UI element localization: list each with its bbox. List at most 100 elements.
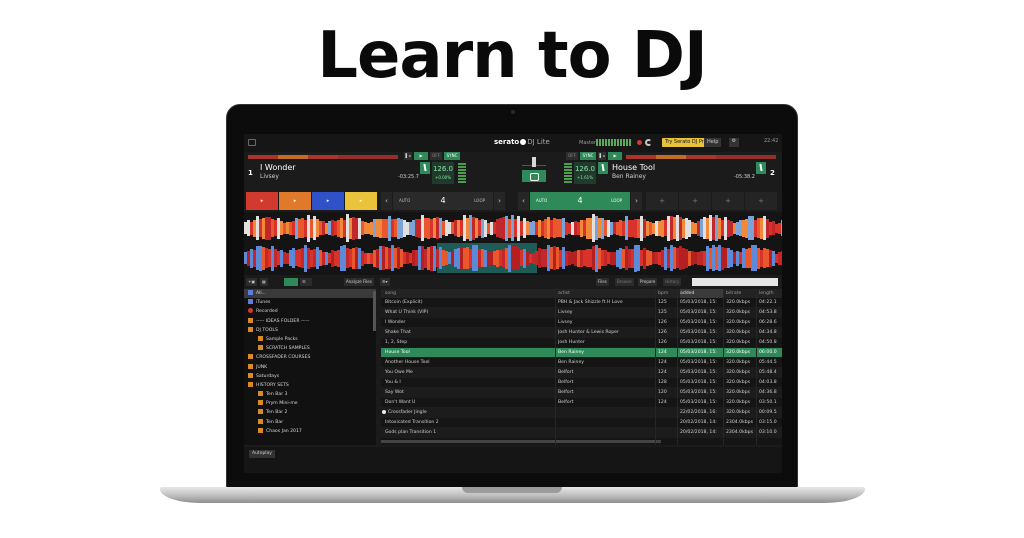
try-serato-pro-button[interactable]: Try Serato DJ Pro [662, 138, 710, 147]
crate-item[interactable]: Ten Bar 3 [244, 390, 376, 399]
cue-icon-left[interactable]: ▌◂ [404, 152, 412, 160]
table-row[interactable]: What U Think (VIP) Livsey 125 05/03/2018, 1… [381, 308, 782, 318]
smart-crate-icon[interactable]: ▦ [260, 278, 268, 286]
crate-item[interactable]: ----- IDEAS FOLDER ----- [244, 317, 376, 326]
table-row[interactable]: Say Wot Belfort 120 05/03/2018, 15: 320.0kbp… [381, 388, 782, 398]
table-row[interactable]: Another House Tool Ben Rainey 124 05/03/201… [381, 358, 782, 368]
crate-scrollbar[interactable] [373, 291, 376, 331]
crate-item[interactable]: All... [244, 289, 376, 299]
crate-item[interactable]: CROSSFADER COURSES [244, 353, 376, 362]
crate-icon [258, 409, 263, 415]
overview-waveform-left[interactable] [248, 155, 398, 159]
loop-prev-left[interactable]: ‹ [381, 192, 392, 210]
crate-item[interactable]: HISTORY SETS [244, 381, 376, 390]
loop-next-left[interactable]: › [494, 192, 505, 210]
hot-cue-empty-1[interactable]: + [646, 192, 678, 210]
settings-gear-icon[interactable]: ⚙ [729, 138, 739, 147]
serato-screen: serato DJ Lite Master Try Serato DJ Pro H… [244, 134, 782, 473]
crate-item[interactable]: Prym Mini-me [244, 399, 376, 408]
quantize-off-left[interactable]: OFF [430, 152, 442, 160]
crate-item[interactable]: JUNK [244, 363, 376, 372]
hot-cue-1[interactable]: ▸ [246, 192, 278, 210]
crate-item[interactable]: Saturdays [244, 372, 376, 381]
table-row[interactable]: 1, 2, Step Josh Hunter 126 05/03/2018, 15: 3… [381, 338, 782, 348]
crate-item[interactable]: Ten Bar 2 [244, 408, 376, 417]
table-row[interactable]: You & I Belfort 128 05/03/2018, 15: 320.0kbp… [381, 378, 782, 388]
crate-item[interactable]: iTunes [244, 298, 376, 307]
hot-cue-empty-2[interactable]: + [679, 192, 711, 210]
hot-cue-2[interactable]: ▸ [279, 192, 311, 210]
crate-item[interactable]: Sample Packs [244, 335, 376, 344]
analyze-files-button[interactable]: Analyze Files [344, 278, 374, 286]
library-settings-icon[interactable]: ⚙▾ [380, 278, 390, 286]
loop-next-right[interactable]: › [631, 192, 642, 210]
library-toolbar: +▣ ▦ ☰ Analyze Files ⚙▾ Files Browse Pre… [244, 277, 782, 287]
cell-bitrate: 320.0kbps [726, 360, 751, 365]
view-toggle-button[interactable] [522, 170, 546, 182]
album-art-toggle[interactable] [284, 278, 298, 286]
cell-song: Intoxicated Transition 2 [385, 420, 439, 425]
table-row[interactable]: Shake That Josh Hunter & Lewis Roper 126 05… [381, 328, 782, 338]
play-icon-left[interactable]: ▶ [414, 152, 428, 160]
search-input[interactable] [692, 278, 778, 286]
table-scrollbar[interactable] [381, 440, 661, 443]
table-row[interactable]: Don't Want U Belfort 124 05/03/2018, 15: 320… [381, 398, 782, 408]
column-header-bitrate[interactable]: bitrate [726, 289, 758, 298]
loop-prev-right[interactable]: ‹ [518, 192, 529, 210]
table-row[interactable]: Gods plan Transition 1 20/02/2018, 14: 230… [381, 428, 782, 438]
crate-icon [258, 427, 263, 433]
cell-bpm: 128 [658, 380, 667, 385]
bpm-display-left: 126.0 +0.00% [432, 162, 454, 184]
loop-control-right[interactable]: AUTO 4 LOOP [530, 192, 630, 210]
display-icon[interactable] [248, 139, 256, 146]
cell-bpm: 126 [658, 320, 667, 325]
browse-button[interactable]: Browse [615, 278, 634, 286]
table-row[interactable]: Bitcoin (Explicit) PBH & Jack Shizzle ft … [381, 298, 782, 308]
key-lock-icon-right[interactable] [598, 162, 608, 174]
quantize-off-right[interactable]: OFF [566, 152, 578, 160]
column-header-song[interactable]: song [385, 289, 555, 298]
table-row[interactable]: House Tool Ben Rainey 124 05/03/2018, 15: 32… [381, 348, 782, 358]
loop-control-left[interactable]: AUTO 4 LOOP [393, 192, 493, 210]
hot-cue-empty-3[interactable]: + [712, 192, 744, 210]
column-header-added[interactable]: added [680, 289, 724, 298]
crate-label: SCRATCH SAMPLES [266, 346, 310, 352]
waveform-display[interactable] [244, 212, 782, 275]
cell-song: Gods plan Transition 1 [385, 430, 437, 435]
key-lock-icon-right-2[interactable] [756, 162, 766, 174]
add-crate-icon[interactable]: +▣ [246, 278, 258, 286]
crate-item[interactable]: Recorded [244, 307, 376, 316]
hot-cue-4[interactable]: ▸ [345, 192, 377, 210]
crate-item[interactable]: Chaos Jan 2017 [244, 427, 376, 436]
table-row[interactable]: I Wonder Livsey 126 05/03/2018, 15: 320.0kbp… [381, 318, 782, 328]
column-header-length[interactable]: length [759, 289, 781, 298]
sync-button-right[interactable]: SYNC [580, 152, 596, 160]
cue-icon-right[interactable]: ▌◂ [598, 152, 606, 160]
hot-cue-empty-4[interactable]: + [745, 192, 777, 210]
laptop-lid: serato DJ Lite Master Try Serato DJ Pro H… [226, 104, 798, 488]
column-header-artist[interactable]: artist [558, 289, 656, 298]
overview-waveform-right[interactable] [626, 155, 776, 159]
autoplay-button[interactable]: Autoplay [249, 450, 275, 458]
hot-cue-3[interactable]: ▸ [312, 192, 344, 210]
sync-button-left[interactable]: SYNC [444, 152, 460, 160]
crate-item[interactable]: Ten Bar [244, 418, 376, 427]
history-button[interactable]: History [663, 278, 682, 286]
crate-item[interactable]: DJ TOOLS [244, 326, 376, 335]
key-lock-icon-left[interactable] [420, 162, 430, 174]
table-row[interactable]: Intoxicated Transition 2 20/02/2018, 14: 2… [381, 418, 782, 428]
files-button[interactable]: Files [596, 278, 609, 286]
crossfader[interactable] [522, 156, 546, 167]
record-icon[interactable] [637, 140, 642, 145]
help-button[interactable]: Help [704, 138, 722, 147]
column-header-bpm[interactable]: bpm [658, 289, 678, 298]
play-icon-right[interactable]: ▶ [608, 152, 622, 160]
crate-icon [258, 345, 263, 351]
prepare-button[interactable]: Prepare [638, 278, 658, 286]
table-row[interactable]: You Owe Me Belfort 124 05/03/2018, 15: 320.0… [381, 368, 782, 378]
table-row[interactable]: Crossfader Jingle 22/02/2018, 16: 320.0kbp… [381, 408, 782, 418]
mic-icon[interactable] [645, 139, 652, 146]
cell-length: 03:10.0 [759, 430, 777, 435]
crate-item[interactable]: SCRATCH SAMPLES [244, 344, 376, 353]
list-view-icon[interactable]: ☰ [300, 278, 312, 286]
